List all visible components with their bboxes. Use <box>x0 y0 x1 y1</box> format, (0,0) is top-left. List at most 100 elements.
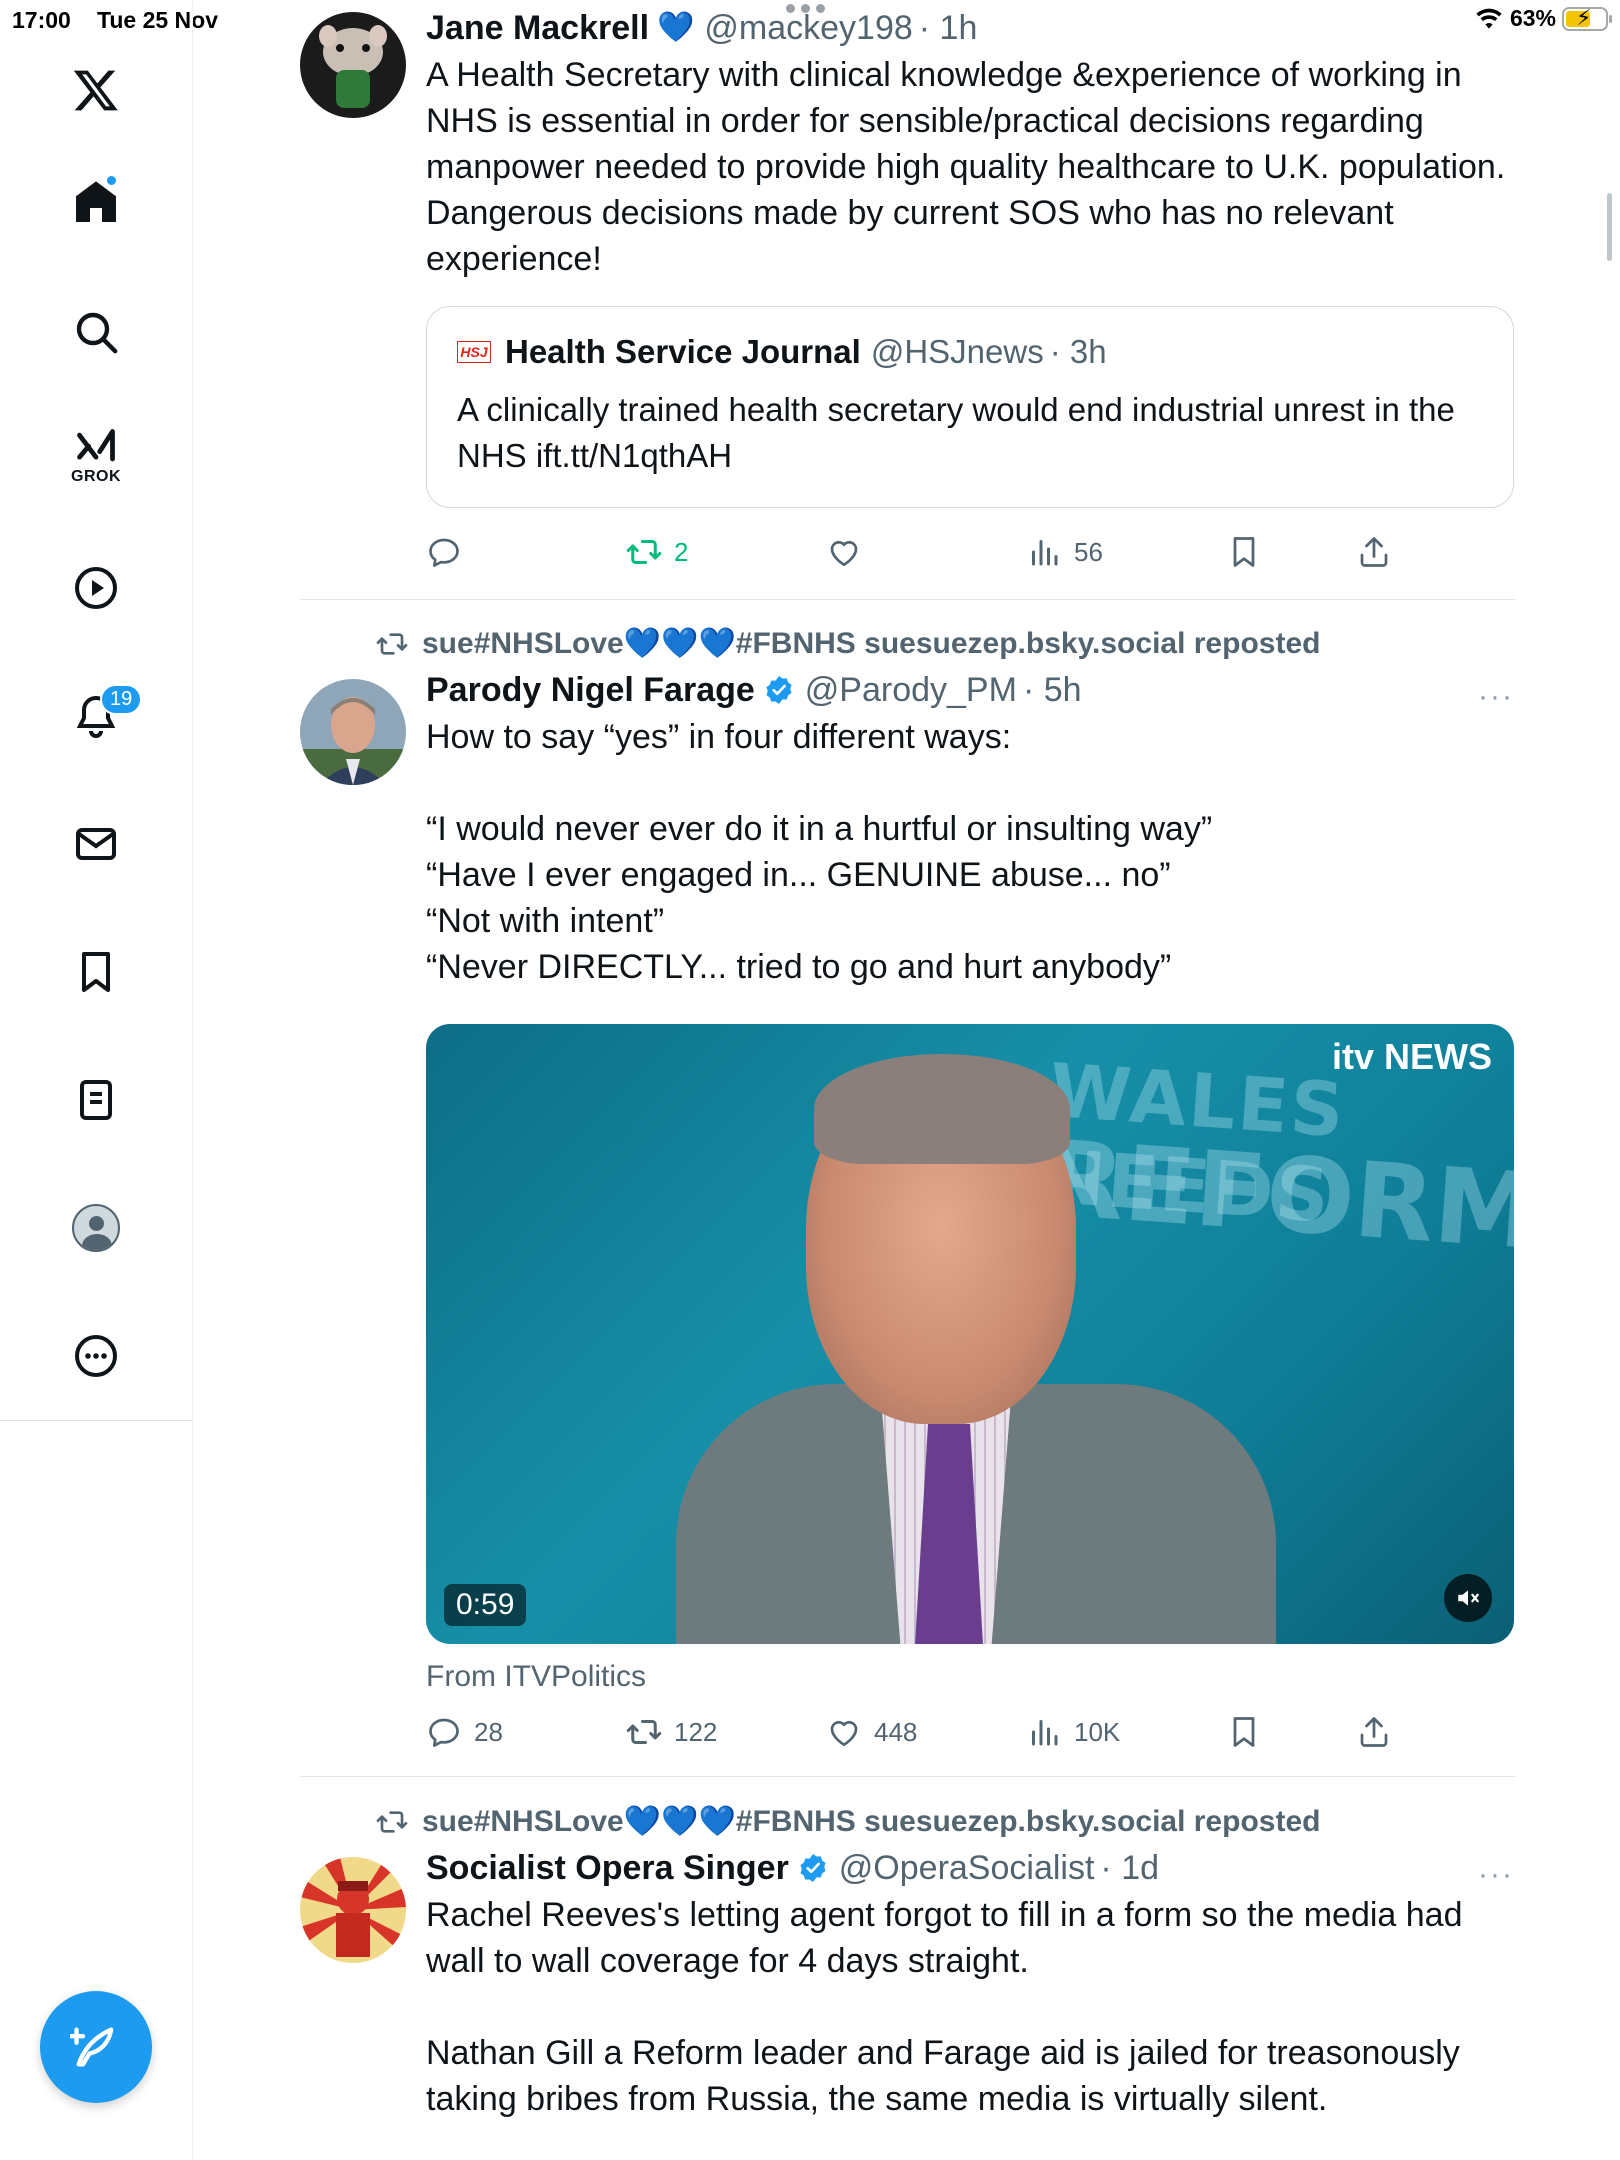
bookmark-icon <box>82 952 110 992</box>
quote-text: A clinically trained health secretary wo… <box>457 391 1455 474</box>
more-icon <box>75 1335 117 1377</box>
video-source[interactable]: From ITVPolitics <box>426 1660 1514 1694</box>
bookmark-button[interactable] <box>1226 1714 1262 1750</box>
quote-handle: @HSJnews <box>870 333 1044 370</box>
avatar[interactable] <box>300 12 406 118</box>
sidebar-item-more[interactable] <box>60 1320 132 1392</box>
mail-icon <box>76 828 116 860</box>
retweet-icon <box>376 1810 408 1833</box>
heart-icon <box>830 540 858 567</box>
action-bar: 28 122 448 10K <box>426 1708 1514 1756</box>
post-text: How to say “yes” in four different ways:… <box>426 718 1213 986</box>
retweet-count: 2 <box>674 536 689 567</box>
search-icon <box>76 312 118 354</box>
bookmark-button[interactable] <box>1226 534 1262 570</box>
blue-heart-emoji: 💙 <box>657 11 695 44</box>
handle[interactable]: @OperaSocialist <box>839 1848 1095 1888</box>
retweet-icon <box>376 632 408 655</box>
retweet-icon <box>626 540 662 564</box>
views-button[interactable]: 56 <box>1026 534 1103 570</box>
quote-header: HSJ Health Service Journal @HSJnews · 3h <box>457 333 1483 371</box>
display-name[interactable]: Parody Nigel Farage <box>426 670 755 710</box>
x-logo-icon[interactable] <box>60 54 132 126</box>
scrollbar-thumb[interactable] <box>1607 193 1612 261</box>
share-button[interactable] <box>1356 1714 1392 1750</box>
mute-button[interactable] <box>1444 1574 1492 1622</box>
share-icon <box>1360 1717 1388 1747</box>
reply-icon <box>429 1718 459 1747</box>
sidebar-item-video[interactable] <box>60 552 132 624</box>
sidebar-item-messages[interactable] <box>60 808 132 880</box>
like-count: 448 <box>874 1716 918 1747</box>
retweet-count: 122 <box>674 1716 718 1747</box>
sidebar-item-profile[interactable] <box>60 1192 132 1264</box>
quote-tweet[interactable]: HSJ Health Service Journal @HSJnews · 3h… <box>426 306 1514 508</box>
handle[interactable]: @Parody_PM <box>805 670 1017 710</box>
grok-icon <box>77 429 115 462</box>
reposted-by-text: sue#NHSLove💙💙💙#FBNHS suesuezep.bsky.soci… <box>422 1805 1321 1838</box>
views-icon <box>1032 540 1058 566</box>
hsj-logo: HSJ <box>457 341 491 363</box>
list-icon <box>80 1080 112 1120</box>
post-text: Rachel Reeves's letting agent forgot to … <box>426 1896 1463 2118</box>
itv-news-logo: itv NEWS <box>1331 1036 1492 1077</box>
handle[interactable]: @mackey198 <box>704 8 912 48</box>
verified-icon <box>766 676 792 704</box>
action-bar: 2 56 <box>426 528 1514 576</box>
sidebar-item-bookmarks[interactable] <box>60 936 132 1008</box>
post-more-button[interactable]: ··· <box>1478 680 1514 714</box>
retweet-button[interactable]: 2 <box>626 534 688 570</box>
post-time[interactable]: · 1h <box>919 8 978 48</box>
sidebar-item-notifications[interactable]: 19 <box>60 680 143 752</box>
views-icon <box>1032 1720 1058 1746</box>
sidebar-item-explore[interactable] <box>60 296 132 368</box>
avatar[interactable] <box>300 679 406 785</box>
heart-icon <box>830 1720 858 1747</box>
retweet-button[interactable]: 122 <box>626 1714 717 1750</box>
repost-indicator[interactable]: sue#NHSLove💙💙💙#FBNHS suesuezep.bsky.soci… <box>376 1804 1320 1839</box>
video-subject-hair <box>814 1054 1070 1164</box>
display-name[interactable]: Jane Mackrell <box>426 8 649 48</box>
profile-icon <box>72 1204 120 1252</box>
compose-button[interactable] <box>40 1991 152 2103</box>
sidebar-item-home[interactable] <box>60 166 132 238</box>
views-count: 10K <box>1074 1716 1121 1747</box>
views-button[interactable]: 10K <box>1026 1714 1120 1750</box>
reply-icon <box>429 538 459 567</box>
reply-count: 28 <box>474 1716 503 1747</box>
share-button[interactable] <box>1356 534 1392 570</box>
quote-time: · 3h <box>1049 333 1107 370</box>
post-more-button[interactable]: ··· <box>1478 1858 1514 1892</box>
post-divider <box>300 599 1515 600</box>
bookmark-icon <box>1233 537 1255 567</box>
reply-button[interactable] <box>426 534 474 570</box>
like-button[interactable] <box>826 534 874 570</box>
post-header: Jane Mackrell 💙 @mackey198 · 1h <box>426 8 1514 48</box>
notifications-badge: 19 <box>100 684 143 715</box>
sidebar: GROK 19 <box>0 0 193 2160</box>
video-duration: 0:59 <box>444 1584 527 1626</box>
post-header: Socialist Opera Singer @OperaSocialist ·… <box>426 1848 1514 1888</box>
sidebar-divider <box>0 1420 193 1421</box>
video-player[interactable]: WALES NEEDS REFORM itv NEWS 0:59 <box>426 1024 1514 1644</box>
repost-indicator[interactable]: sue#NHSLove💙💙💙#FBNHS suesuezep.bsky.soci… <box>376 626 1320 661</box>
post-header: Parody Nigel Farage @Parody_PM · 5h <box>426 670 1514 710</box>
avatar[interactable] <box>300 1857 406 1963</box>
mute-icon <box>1458 1590 1479 1606</box>
post-body: Parody Nigel Farage @Parody_PM · 5h ··· … <box>426 670 1514 1694</box>
grok-label: GROK <box>71 468 121 485</box>
post-time[interactable]: · 1d <box>1100 1848 1159 1888</box>
post-time[interactable]: · 5h <box>1023 670 1082 710</box>
unread-dot <box>105 174 118 187</box>
retweet-icon <box>626 1720 662 1744</box>
views-count: 56 <box>1074 536 1103 567</box>
reply-button[interactable]: 28 <box>426 1714 503 1750</box>
bookmark-icon <box>1233 1717 1255 1747</box>
like-button[interactable]: 448 <box>826 1714 917 1750</box>
sidebar-item-grok[interactable]: GROK <box>60 420 132 492</box>
video-icon <box>75 567 117 609</box>
sidebar-item-lists[interactable] <box>60 1064 132 1136</box>
display-name[interactable]: Socialist Opera Singer <box>426 1848 789 1888</box>
share-icon <box>1360 537 1388 567</box>
verified-icon <box>800 1854 826 1882</box>
